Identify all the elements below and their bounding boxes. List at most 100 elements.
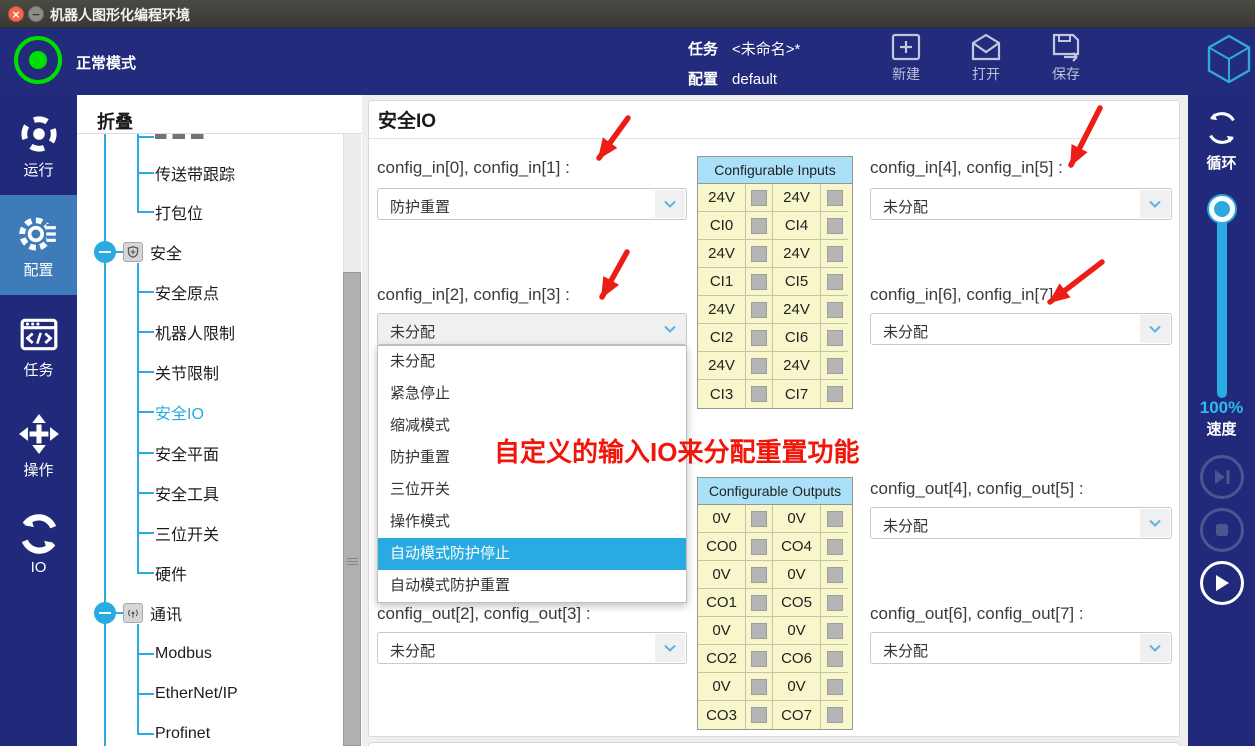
tree-item-joint-limits[interactable]: 关节限制 bbox=[155, 361, 219, 383]
tree-item-ethernet-ip[interactable]: EtherNet/IP bbox=[155, 683, 238, 705]
nav-label-io: IO bbox=[31, 559, 47, 576]
annotation-text: 自定义的输入IO来分配重置功能 bbox=[494, 432, 859, 469]
terminal-square-icon bbox=[751, 190, 767, 206]
io-terminal bbox=[746, 505, 773, 533]
io-pin-label: CI3 bbox=[698, 380, 746, 408]
terminal-square-icon bbox=[751, 539, 767, 555]
terminal-square-icon bbox=[827, 190, 843, 206]
tree-item-label: 三位开关 bbox=[155, 521, 219, 545]
play-button[interactable] bbox=[1200, 561, 1244, 605]
io-terminal bbox=[821, 589, 848, 617]
io-pin-label: CO6 bbox=[773, 645, 821, 673]
io-pin-label: CI7 bbox=[773, 380, 821, 408]
tree-item-three-position-switch[interactable]: 三位开关 bbox=[155, 522, 219, 544]
tree-scrollbar-thumb[interactable] bbox=[343, 272, 361, 746]
scrollbar-grip-icon bbox=[347, 558, 358, 566]
tree-item-profinet[interactable]: Profinet bbox=[155, 723, 210, 745]
tree-connector bbox=[137, 291, 154, 293]
dropdown-option[interactable]: 紧急停止 bbox=[378, 378, 686, 410]
config-out-6-7-select[interactable]: 未分配 bbox=[870, 632, 1172, 664]
dropdown-option[interactable]: 操作模式 bbox=[378, 506, 686, 538]
dropdown-option[interactable]: 未分配 bbox=[378, 346, 686, 378]
save-icon bbox=[1050, 32, 1082, 62]
io-pin-label: CI5 bbox=[773, 268, 821, 296]
io-terminal bbox=[746, 617, 773, 645]
config-in-2-3-select[interactable]: 未分配 bbox=[377, 313, 687, 345]
io-terminal bbox=[821, 184, 848, 212]
tree-item-hardware[interactable]: 硬件 bbox=[155, 562, 187, 584]
io-terminal bbox=[821, 533, 848, 561]
io-pin-label: CO5 bbox=[773, 589, 821, 617]
tree-item-safety-planes[interactable]: 安全平面 bbox=[155, 442, 219, 464]
collapse-minus-icon[interactable] bbox=[94, 602, 116, 624]
speed-slider-track[interactable] bbox=[1217, 208, 1227, 398]
io-terminal bbox=[746, 324, 773, 352]
terminal-square-icon bbox=[827, 358, 843, 374]
dropdown-option-highlighted[interactable]: 自动模式防护停止 bbox=[378, 538, 686, 570]
config-out-4-5-select[interactable]: 未分配 bbox=[870, 507, 1172, 539]
nav-label-run: 运行 bbox=[23, 162, 53, 179]
terminal-square-icon bbox=[827, 651, 843, 667]
tree-item-label: Modbus bbox=[155, 645, 212, 663]
config-in-0-1-select[interactable]: 防护重置 bbox=[377, 188, 687, 220]
tree-item-label: 硬件 bbox=[155, 561, 187, 585]
save-button-label: 保存 bbox=[1033, 64, 1099, 84]
tree-item-robot-limits[interactable]: 机器人限制 bbox=[155, 321, 235, 343]
io-pin-label: CI2 bbox=[698, 324, 746, 352]
io-terminal bbox=[746, 673, 773, 701]
new-button[interactable]: 新建 bbox=[873, 32, 939, 90]
loop-icon[interactable] bbox=[1203, 109, 1241, 147]
chevron-down-icon bbox=[655, 190, 685, 218]
nav-item-run[interactable]: 运行 bbox=[0, 95, 77, 195]
tree-item-modbus[interactable]: Modbus bbox=[155, 643, 212, 665]
save-button[interactable]: 保存 bbox=[1033, 32, 1099, 90]
minimize-icon[interactable]: − bbox=[28, 6, 44, 22]
tree-item-safety-home[interactable]: 安全原点 bbox=[155, 281, 219, 303]
io-terminal bbox=[821, 645, 848, 673]
tree-connector bbox=[137, 172, 154, 174]
io-terminal bbox=[746, 645, 773, 673]
config-out-2-3-select[interactable]: 未分配 bbox=[377, 632, 687, 664]
nav-item-io[interactable]: IO bbox=[0, 495, 77, 585]
io-pin-label: 24V bbox=[698, 184, 746, 212]
open-button[interactable]: 打开 bbox=[953, 32, 1019, 90]
dropdown-option[interactable]: 自动模式防护重置 bbox=[378, 570, 686, 602]
nav-item-task[interactable]: 任务 bbox=[0, 295, 77, 395]
run-icon bbox=[18, 113, 60, 155]
tree-item-safety[interactable]: 安全 bbox=[94, 241, 182, 263]
nav-item-operate[interactable]: 操作 bbox=[0, 395, 77, 495]
terminal-square-icon bbox=[751, 330, 767, 346]
step-button[interactable] bbox=[1200, 455, 1244, 499]
speed-value: 100% bbox=[1188, 398, 1255, 418]
io-terminal bbox=[821, 240, 848, 268]
tree-item-safety-tool[interactable]: 安全工具 bbox=[155, 482, 219, 504]
terminal-square-icon bbox=[751, 386, 767, 402]
io-terminal bbox=[821, 324, 848, 352]
io-pin-label: 0V bbox=[773, 505, 821, 533]
nav-label-config: 配置 bbox=[23, 262, 53, 279]
dropdown-option[interactable]: 三位开关 bbox=[378, 474, 686, 506]
tree-item-label: 安全原点 bbox=[155, 280, 219, 304]
select-value: 未分配 bbox=[390, 321, 435, 342]
gear-icon bbox=[18, 213, 60, 255]
select-value: 未分配 bbox=[883, 640, 928, 661]
stop-button[interactable] bbox=[1200, 508, 1244, 552]
task-row: 任务<未命名>* bbox=[688, 38, 800, 59]
tree-item-packing[interactable]: 打包位 bbox=[155, 201, 203, 223]
close-icon[interactable]: × bbox=[8, 6, 24, 22]
tree-item-safety-io[interactable]: 安全IO bbox=[155, 401, 204, 423]
config-in-6-7-select[interactable]: 未分配 bbox=[870, 313, 1172, 345]
io-terminal bbox=[746, 561, 773, 589]
nav-item-config[interactable]: 配置 bbox=[0, 195, 77, 295]
terminal-square-icon bbox=[827, 707, 843, 723]
config-in-4-5-select[interactable]: 未分配 bbox=[870, 188, 1172, 220]
status-dot bbox=[29, 51, 47, 69]
speed-slider-knob[interactable] bbox=[1209, 196, 1235, 222]
io-pin-label: 24V bbox=[698, 240, 746, 268]
io-terminal bbox=[746, 212, 773, 240]
io-terminal bbox=[746, 184, 773, 212]
tree-item-conveyor[interactable]: 传送带跟踪 bbox=[155, 162, 235, 184]
collapse-minus-icon[interactable] bbox=[94, 241, 116, 263]
tree-item-communication[interactable]: 通讯 bbox=[94, 602, 182, 624]
top-header: 正常模式 任务<未命名>* 配置default 新建 打开 bbox=[0, 28, 1255, 95]
